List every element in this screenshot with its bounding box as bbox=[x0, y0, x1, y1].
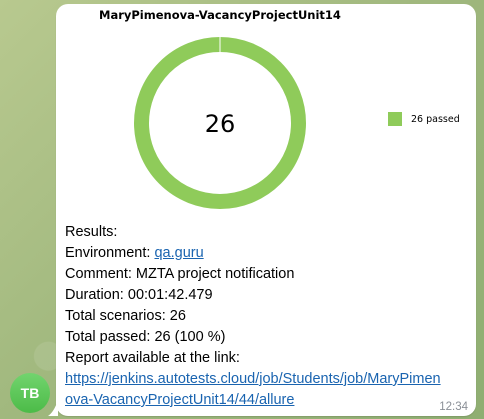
comment-line: Comment: MZTA project notification bbox=[65, 264, 471, 285]
environment-link[interactable]: qa.guru bbox=[154, 245, 203, 261]
report-label: Report available at the link: bbox=[65, 350, 240, 366]
donut-chart: 26 bbox=[134, 37, 306, 209]
environment-label: Environment: bbox=[65, 245, 151, 261]
duration-value: 00:01:42.479 bbox=[127, 287, 213, 303]
passed-value: 26 (100 %) bbox=[154, 329, 226, 345]
legend-swatch-passed bbox=[388, 112, 402, 126]
passed-label: Total passed: bbox=[65, 329, 151, 345]
message-bubble[interactable]: MaryPimenova-VacancyProjectUnit14 26 26 … bbox=[56, 4, 476, 416]
avatar-initials: TB bbox=[20, 385, 40, 401]
environment-line: Environment: qa.guru bbox=[65, 243, 471, 264]
comment-value: MZTA project notification bbox=[135, 266, 295, 282]
duration-line: Duration: 00:01:42.479 bbox=[65, 285, 471, 306]
report-link-block: https://jenkins.autotests.cloud/job/Stud… bbox=[65, 369, 445, 411]
report-link[interactable]: https://jenkins.autotests.cloud/job/Stud… bbox=[65, 371, 441, 408]
message-time: 12:34 bbox=[439, 401, 468, 413]
sender-avatar[interactable]: TB bbox=[10, 373, 50, 413]
scenarios-label: Total scenarios: bbox=[65, 308, 166, 324]
chart-legend: 26 passed bbox=[388, 112, 460, 126]
donut-center-value: 26 bbox=[205, 110, 236, 138]
results-heading: Results: bbox=[65, 224, 118, 240]
bubble-tail bbox=[48, 400, 58, 416]
duration-label: Duration: bbox=[65, 287, 124, 303]
passed-line: Total passed: 26 (100 %) bbox=[65, 327, 471, 348]
scenarios-line: Total scenarios: 26 bbox=[65, 306, 471, 327]
message-text: Results: Environment: qa.guru Comment: M… bbox=[65, 222, 471, 411]
legend-label-passed: 26 passed bbox=[411, 113, 460, 125]
allure-report-chart[interactable]: MaryPimenova-VacancyProjectUnit14 26 26 … bbox=[56, 4, 476, 218]
comment-label: Comment: bbox=[65, 266, 132, 282]
scenarios-value: 26 bbox=[169, 308, 186, 324]
